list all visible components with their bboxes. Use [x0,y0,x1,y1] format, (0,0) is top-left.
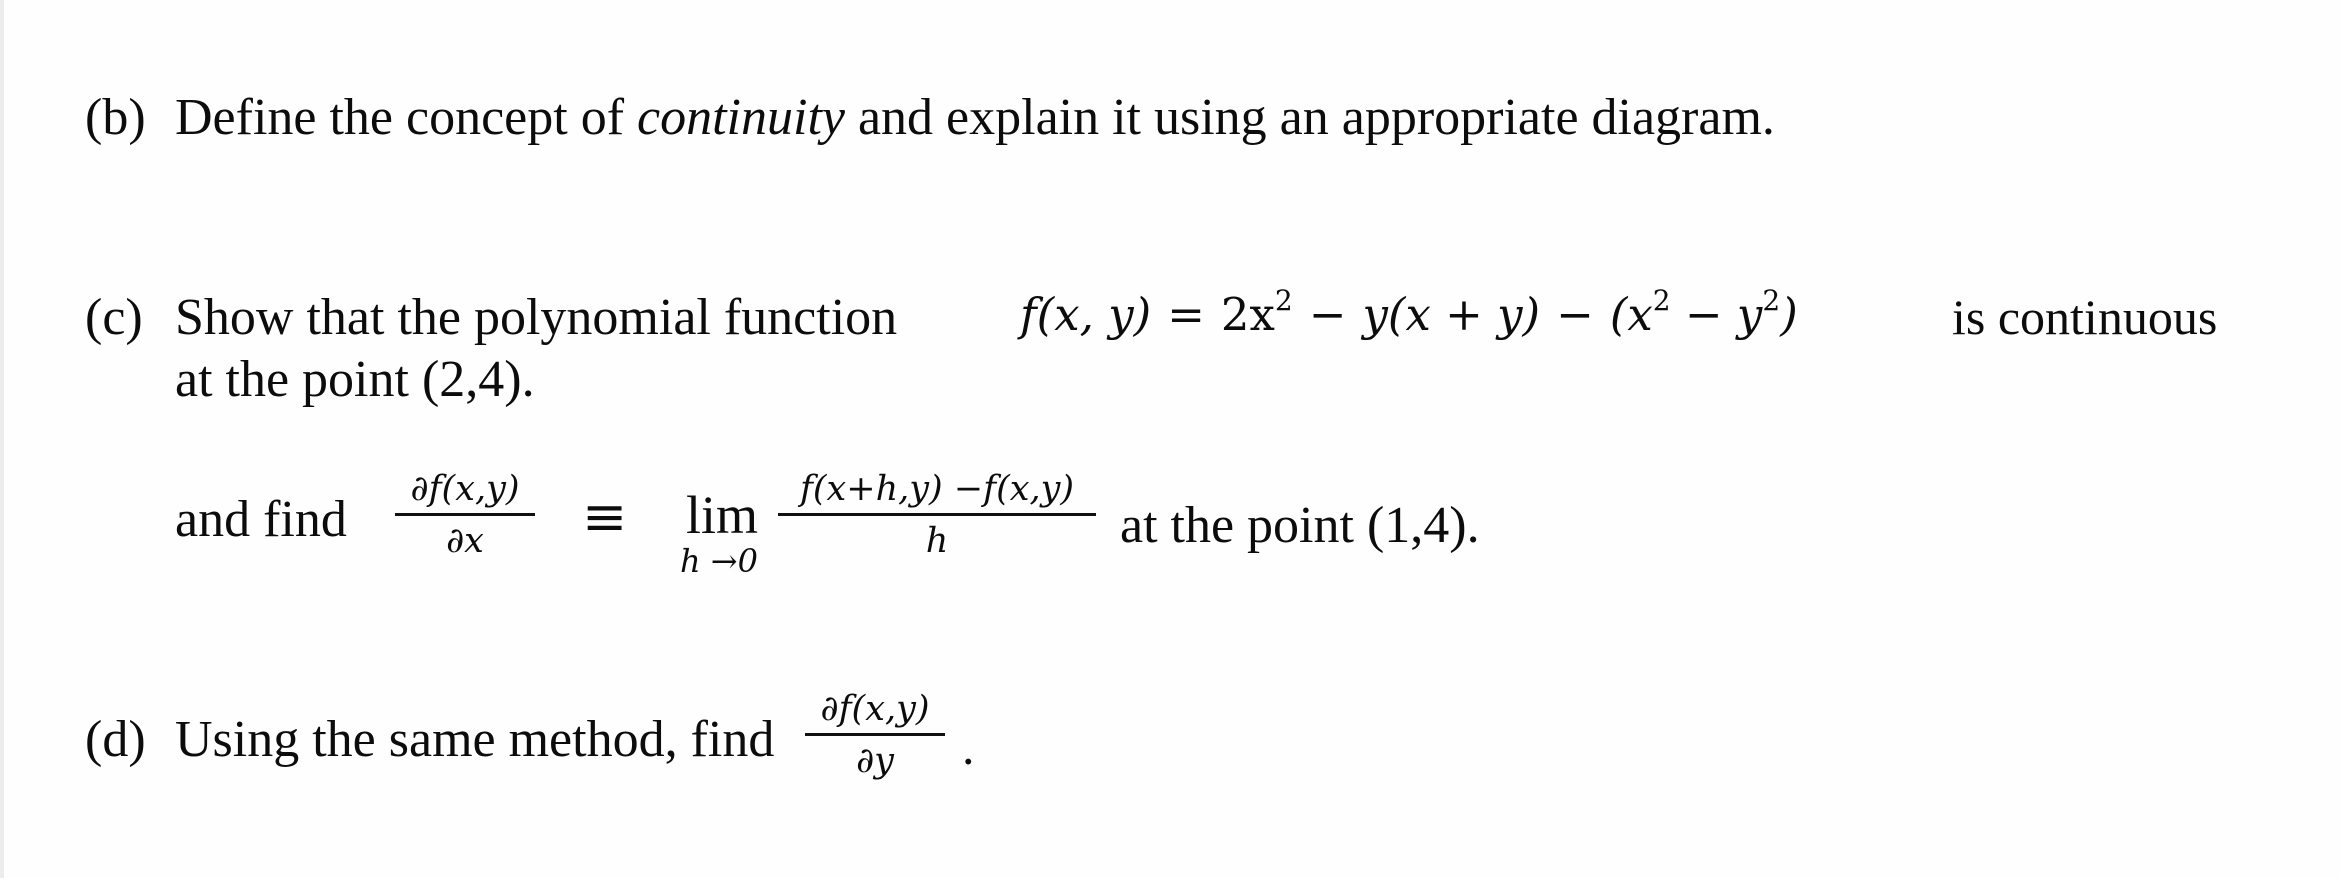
question-c-point: at the point (2,4). [175,351,535,408]
fraction-bar [805,733,945,736]
partial-x-numerator: ∂f(x,y) [410,469,520,509]
partial-x-fraction: ∂f(x,y) ∂x [395,472,535,559]
fraction-bar [778,513,1096,516]
question-b-label: (b) [85,89,146,146]
question-d-period: . [962,719,975,775]
function-term-1: 2x2 [1220,284,1293,341]
question-b: (b) Define the concept of continuity and … [85,92,1775,144]
equals-sign: = [1167,288,1205,341]
question-b-text-after: and explain it using an appropriate diag… [844,89,1775,146]
is-continuous-text: is continuous [1952,289,2218,345]
question-c-line-1: (c) Show that the polynomial function [85,292,897,344]
question-b-emphasis: continuity [637,89,845,146]
function-definition: f(x, y) = 2x2− y(x + y) − (x2 − y2) [1020,287,1798,338]
equivalence-sign: ≡ [582,485,628,548]
function-lhs: f(x, y) [1020,288,1152,341]
question-d-text: Using the same method, find [175,711,775,768]
partial-y-fraction: ∂f(x,y) ∂y [805,692,945,779]
page-edge [0,0,4,878]
question-c-text: Show that the polynomial function [175,289,898,346]
question-c-point-2: at the point (1,4). [1120,497,1480,554]
question-d-label: (d) [85,711,146,768]
limit-operator: lim [686,485,759,545]
question-b-text-before: Define the concept of [175,89,638,146]
difference-quotient-denominator: h [925,521,949,561]
function-term-2: y(x + y) [1362,288,1541,341]
partial-x-denominator: ∂x [446,521,484,561]
difference-quotient-numerator: f(x+h,y) −f(x,y) [799,469,1075,509]
question-d: (d) Using the same method, find [85,714,774,766]
fraction-bar [395,513,535,516]
question-c-label: (c) [85,289,143,346]
and-find-text: and find [175,491,347,548]
partial-y-denominator: ∂y [856,741,894,781]
difference-quotient: f(x+h,y) −f(x,y) h [778,472,1096,559]
limit-subscript: h →0 [680,542,758,580]
partial-y-numerator: ∂f(x,y) [820,689,930,729]
minus-sign-1: − [1308,288,1347,341]
function-term-3: (x2 − y2) [1609,284,1798,341]
minus-sign-2: − [1556,288,1594,341]
